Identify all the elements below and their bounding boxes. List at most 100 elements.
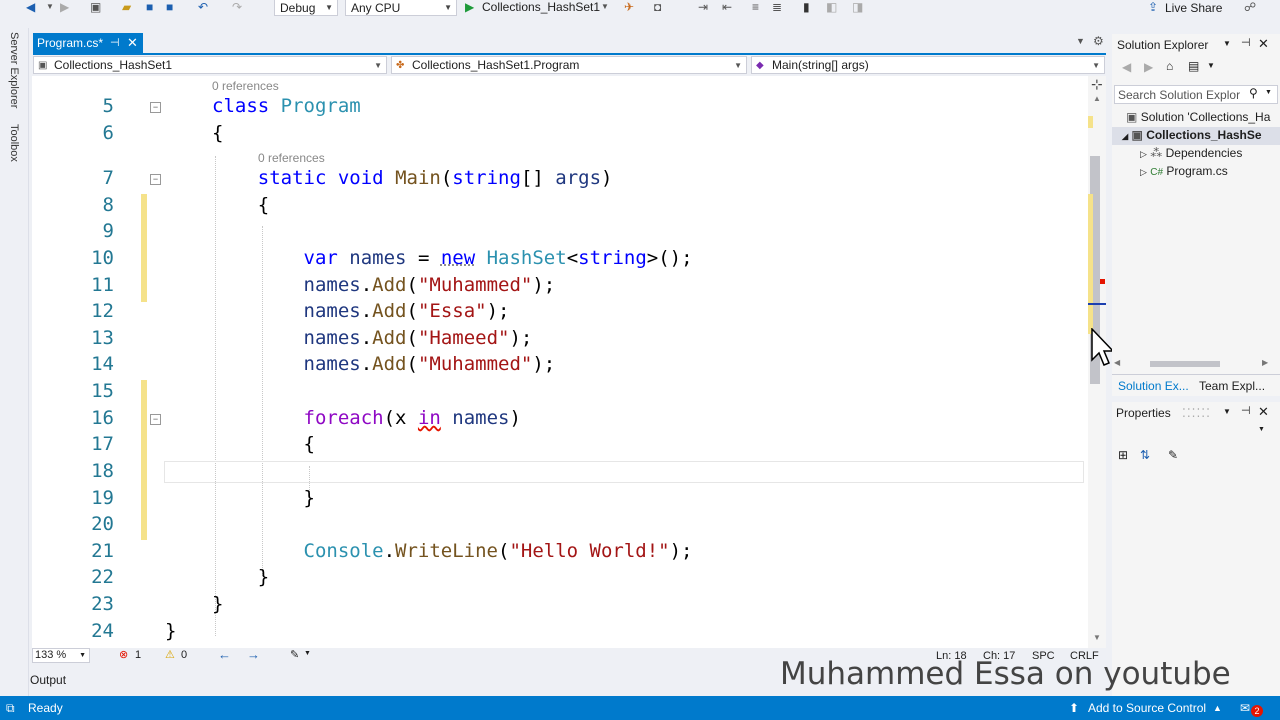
line-number: 8 bbox=[102, 194, 114, 216]
toolbox-tab[interactable]: Toolbox bbox=[8, 124, 20, 162]
redo-icon[interactable]: ↷ bbox=[232, 0, 242, 14]
chevron-down-icon[interactable]: ▼ bbox=[1223, 39, 1231, 48]
scroll-up-icon[interactable]: ▲ bbox=[1093, 94, 1101, 103]
output-tab[interactable]: Output bbox=[30, 670, 72, 690]
search-solution-field[interactable]: Search Solution Explor ⚲ ▼ bbox=[1114, 85, 1278, 104]
brace: { bbox=[257, 194, 270, 216]
output-label: Output bbox=[30, 673, 67, 687]
tree-item-project[interactable]: ◢ ▣ Collections_HashSe bbox=[1122, 128, 1262, 142]
bookmark-icon[interactable]: ▮ bbox=[803, 0, 810, 14]
line-number: 22 bbox=[91, 566, 114, 588]
object-selector[interactable]: ▼ bbox=[1114, 424, 1276, 440]
platform-dropdown[interactable]: Any CPU ▼ bbox=[345, 0, 457, 16]
comment-icon[interactable]: ≡ bbox=[752, 0, 759, 14]
save-icon[interactable]: ■ bbox=[146, 0, 153, 14]
start-target-button[interactable]: Collections_HashSet1 bbox=[482, 0, 600, 14]
home-icon[interactable]: ⌂ bbox=[1166, 59, 1173, 73]
chevron-up-icon[interactable]: ▲ bbox=[1213, 696, 1222, 720]
close-icon[interactable]: ✕ bbox=[127, 33, 138, 53]
brush-icon[interactable]: ✎ bbox=[290, 648, 299, 661]
chevron-down-icon[interactable]: ▼ bbox=[601, 0, 609, 14]
forward-icon[interactable]: ▶ bbox=[1144, 60, 1153, 74]
live-share-button[interactable]: Live Share bbox=[1165, 1, 1222, 15]
tree-item-program-cs[interactable]: ▷ C# Program.cs bbox=[1140, 164, 1228, 178]
notification-icon[interactable]: ✉ bbox=[1240, 696, 1250, 720]
chevron-down-icon[interactable]: ▼ bbox=[304, 650, 311, 657]
split-icon[interactable]: ⊹ bbox=[1091, 76, 1103, 93]
tree-item-label: Collections_HashSe bbox=[1146, 128, 1262, 142]
source-control-button[interactable]: Add to Source Control bbox=[1088, 696, 1206, 720]
method-name: Add bbox=[372, 274, 407, 296]
scroll-down-icon[interactable]: ▼ bbox=[1093, 633, 1101, 642]
camera-icon[interactable]: ◘ bbox=[654, 0, 661, 14]
open-folder-icon[interactable]: ▰ bbox=[122, 0, 131, 14]
gear-icon[interactable]: ⚙ bbox=[1093, 34, 1104, 48]
tree-item-dependencies[interactable]: ▷ ⁂ Dependencies bbox=[1140, 146, 1242, 160]
scroll-right-icon[interactable]: ▶ bbox=[1262, 358, 1268, 367]
error-icon[interactable]: ⊗ bbox=[119, 648, 128, 661]
pin-icon[interactable]: ⊣ bbox=[110, 33, 120, 53]
tab-overflow-icon[interactable]: ▼ bbox=[1076, 36, 1085, 46]
categorized-icon[interactable]: ⊞ bbox=[1118, 448, 1128, 462]
property-pages-icon[interactable]: ✎ bbox=[1168, 448, 1178, 462]
scrollbar-thumb[interactable] bbox=[1150, 361, 1220, 367]
panel-title: Solution Explorer bbox=[1117, 38, 1209, 52]
fold-collapse-icon[interactable]: − bbox=[150, 414, 161, 425]
fold-collapse-icon[interactable]: − bbox=[150, 174, 161, 185]
properties-panel: Properties ⁚⁚⁚⁚⁚⁚ ▼ ⊣ ✕ ▼ ⊞ ⇅ ✎ bbox=[1112, 402, 1280, 696]
code-editor[interactable]: − − − 5 6 7 8 9 10 11 12 13 14 15 16 17 … bbox=[32, 76, 1088, 648]
pin-icon[interactable]: ⊣ bbox=[1241, 404, 1251, 417]
nav-back-icon[interactable]: ← bbox=[218, 647, 231, 662]
parameter: args bbox=[555, 167, 602, 189]
codelens-references[interactable]: 0 references bbox=[258, 151, 325, 165]
class-dropdown[interactable]: ✤ Collections_HashSet1.Program ▼ bbox=[391, 56, 747, 74]
forward-icon[interactable]: ▶ bbox=[60, 0, 69, 14]
live-share-icon[interactable]: ⇪ bbox=[1148, 0, 1158, 14]
method-name: Add bbox=[372, 327, 407, 349]
browser-link-icon[interactable]: ✈ bbox=[624, 0, 634, 14]
drag-handle[interactable]: ⁚⁚⁚⁚⁚⁚ bbox=[1182, 406, 1211, 420]
server-explorer-tab[interactable]: Server Explorer bbox=[8, 32, 20, 108]
tree-item-solution[interactable]: ▣ Solution 'Collections_Ha bbox=[1126, 110, 1270, 124]
string-literal: "Muhammed" bbox=[417, 274, 533, 296]
tab-program-cs[interactable]: Program.cs* ⊣ ✕ bbox=[33, 33, 143, 53]
tab-team-explorer[interactable]: Team Expl... bbox=[1199, 379, 1265, 393]
solution-horizontal-scrollbar[interactable]: ◀ ▶ bbox=[1114, 358, 1274, 370]
chevron-down-icon[interactable]: ▼ bbox=[1207, 61, 1215, 70]
arrow-up-icon[interactable]: ⬆ bbox=[1069, 696, 1079, 720]
warning-icon[interactable]: ⚠ bbox=[165, 648, 175, 661]
bookmark-next-icon[interactable]: ◨ bbox=[852, 0, 863, 14]
member-dropdown[interactable]: ◆ Main(string[] args) ▼ bbox=[751, 56, 1105, 74]
back-icon[interactable]: ◀ bbox=[26, 0, 35, 14]
undo-icon[interactable]: ↶ bbox=[198, 0, 208, 14]
zoom-dropdown[interactable]: 133 % ▼ bbox=[32, 648, 90, 663]
new-project-icon[interactable]: ▣ bbox=[90, 0, 101, 14]
start-play-icon[interactable]: ▶ bbox=[465, 0, 474, 14]
project-dropdown[interactable]: ▣ Collections_HashSet1 ▼ bbox=[33, 56, 387, 74]
close-icon[interactable]: ✕ bbox=[1258, 404, 1269, 420]
step-icon[interactable]: ⇥ bbox=[698, 0, 708, 14]
outdent-icon[interactable]: ⇤ bbox=[722, 0, 732, 14]
code-line-23: } bbox=[212, 593, 223, 615]
switch-views-icon[interactable]: ▤ bbox=[1188, 59, 1199, 73]
nav-forward-icon[interactable]: → bbox=[247, 647, 260, 662]
uncomment-icon[interactable]: ≣ bbox=[772, 0, 782, 14]
account-icon[interactable]: ☍ bbox=[1244, 0, 1256, 14]
save-all-icon[interactable]: ■ bbox=[166, 0, 173, 14]
method-name: Add bbox=[372, 300, 407, 322]
pin-icon[interactable]: ⊣ bbox=[1241, 36, 1251, 49]
chevron-down-icon[interactable]: ▼ bbox=[1223, 407, 1231, 416]
tab-solution-explorer[interactable]: Solution Ex... bbox=[1118, 379, 1189, 393]
notification-badge: 2 bbox=[1251, 705, 1263, 717]
chevron-down-icon[interactable]: ▼ bbox=[46, 0, 54, 14]
back-icon[interactable]: ◀ bbox=[1122, 60, 1131, 74]
fold-collapse-icon[interactable]: − bbox=[150, 102, 161, 113]
config-value: Debug bbox=[280, 1, 316, 15]
brace: } bbox=[303, 487, 315, 509]
alphabetical-icon[interactable]: ⇅ bbox=[1140, 448, 1150, 462]
scroll-left-icon[interactable]: ◀ bbox=[1114, 358, 1120, 367]
config-dropdown[interactable]: Debug ▼ bbox=[274, 0, 338, 16]
codelens-references[interactable]: 0 references bbox=[212, 79, 279, 93]
close-icon[interactable]: ✕ bbox=[1258, 36, 1269, 52]
bookmark-prev-icon[interactable]: ◧ bbox=[826, 0, 837, 14]
